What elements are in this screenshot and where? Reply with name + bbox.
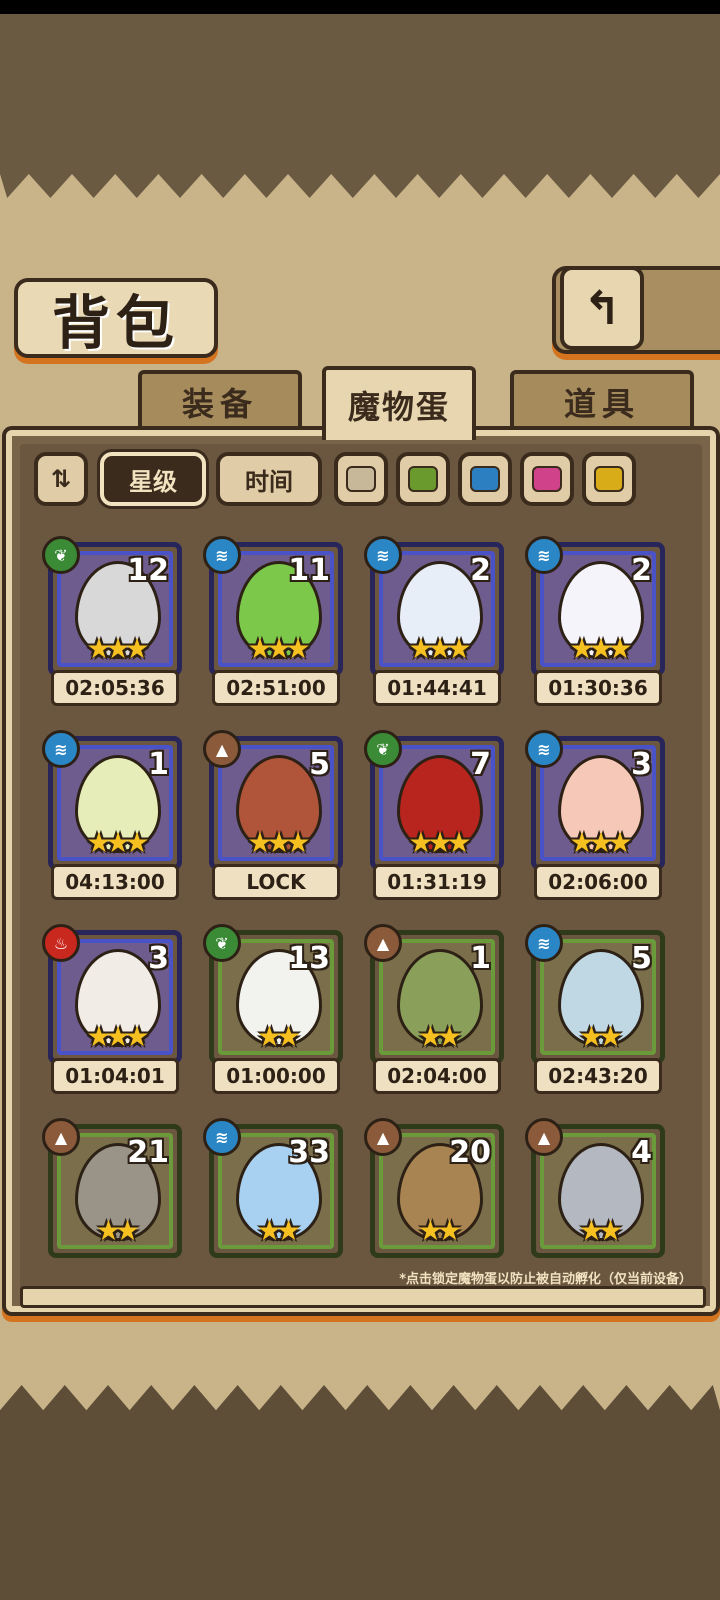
egg-count: 2 xyxy=(631,553,652,588)
star-rating: ★★ xyxy=(256,1020,301,1053)
sort-by-star-label: 星级 xyxy=(129,467,177,496)
star-rating: ★★★ xyxy=(408,632,471,665)
egg-count: 1 xyxy=(148,747,169,782)
hatch-timer: 02:51:00 xyxy=(212,670,340,706)
water-element-icon: ≋ xyxy=(42,730,80,768)
filter-gray-button[interactable] xyxy=(334,452,388,506)
tab-items-label: 道具 xyxy=(563,385,640,423)
tab-monster-eggs[interactable]: 魔物蛋 xyxy=(322,366,476,440)
water-element-icon: ≋ xyxy=(525,730,563,768)
egg-count: 11 xyxy=(288,553,330,588)
sort-by-time-label: 时间 xyxy=(245,467,293,496)
hatch-timer: 01:44:41 xyxy=(373,670,501,706)
egg-count: 4 xyxy=(631,1135,652,1170)
yellow-swatch xyxy=(594,466,624,492)
star-rating: ★★ xyxy=(256,1214,301,1247)
egg-count: 3 xyxy=(148,941,169,976)
egg-count: 12 xyxy=(127,553,169,588)
hatch-timer: 01:30:36 xyxy=(534,670,662,706)
star-rating: ★★★ xyxy=(86,826,149,859)
earth-element-icon: ▲ xyxy=(203,730,241,768)
back-button[interactable]: ↰ xyxy=(560,266,644,350)
lock-label: LOCK xyxy=(212,864,340,900)
hatch-timer: 04:13:00 xyxy=(51,864,179,900)
earth-element-icon: ▲ xyxy=(364,1118,402,1156)
sort-by-star-button[interactable]: 星级 xyxy=(100,452,206,506)
egg-count: 7 xyxy=(470,747,491,782)
green-swatch xyxy=(408,466,438,492)
egg-count: 3 xyxy=(631,747,652,782)
page-title: 背包 xyxy=(51,289,180,357)
sort-by-time-button[interactable]: 时间 xyxy=(216,452,322,506)
star-rating: ★★★ xyxy=(569,632,632,665)
sort-toggle-icon: ⇅ xyxy=(50,465,72,493)
egg-count: 20 xyxy=(449,1135,491,1170)
tab-items[interactable]: 道具 xyxy=(510,370,694,430)
star-rating: ★★ xyxy=(417,1214,462,1247)
water-element-icon: ≋ xyxy=(525,536,563,574)
water-element-icon: ≋ xyxy=(525,924,563,962)
star-rating: ★★★ xyxy=(247,826,310,859)
egg-count: 1 xyxy=(470,941,491,976)
egg-count: 2 xyxy=(470,553,491,588)
gray-swatch xyxy=(346,466,376,492)
background-bottom xyxy=(0,1425,720,1600)
hatch-timer: 01:04:01 xyxy=(51,1058,179,1094)
hatch-timer: 01:31:19 xyxy=(373,864,501,900)
tab-monster-eggs-label: 魔物蛋 xyxy=(347,388,450,426)
status-bar xyxy=(0,0,720,14)
hatch-timer: 02:06:00 xyxy=(534,864,662,900)
star-rating: ★★★ xyxy=(247,632,310,665)
panel-bottom-bar xyxy=(20,1286,706,1308)
star-rating: ★★★ xyxy=(569,826,632,859)
hatch-timer: 02:05:36 xyxy=(51,670,179,706)
tab-equipment-label: 装备 xyxy=(181,385,258,423)
background-top xyxy=(0,14,720,164)
filter-pink-button[interactable] xyxy=(520,452,574,506)
star-rating: ★★ xyxy=(578,1020,623,1053)
earth-element-icon: ▲ xyxy=(525,1118,563,1156)
title-plate: 背包 xyxy=(14,278,218,358)
egg-count: 33 xyxy=(288,1135,330,1170)
pink-swatch xyxy=(532,466,562,492)
fire-element-icon: ♨ xyxy=(42,924,80,962)
water-element-icon: ≋ xyxy=(364,536,402,574)
tab-equipment[interactable]: 装备 xyxy=(138,370,302,430)
nature-element-icon: ❦ xyxy=(364,730,402,768)
return-arrow-icon: ↰ xyxy=(582,281,622,335)
egg-count: 13 xyxy=(288,941,330,976)
egg-count: 5 xyxy=(631,941,652,976)
blue-swatch xyxy=(470,466,500,492)
star-rating: ★★ xyxy=(95,1214,140,1247)
earth-element-icon: ▲ xyxy=(364,924,402,962)
hatch-timer: 01:00:00 xyxy=(212,1058,340,1094)
egg-count: 21 xyxy=(127,1135,169,1170)
hatch-timer: 02:04:00 xyxy=(373,1058,501,1094)
star-rating: ★★ xyxy=(417,1020,462,1053)
filter-green-button[interactable] xyxy=(396,452,450,506)
star-rating: ★★★ xyxy=(408,826,471,859)
water-element-icon: ≋ xyxy=(203,1118,241,1156)
hatch-timer: 02:43:20 xyxy=(534,1058,662,1094)
egg-count: 5 xyxy=(309,747,330,782)
nature-element-icon: ❦ xyxy=(203,924,241,962)
star-rating: ★★ xyxy=(578,1214,623,1247)
filter-blue-button[interactable] xyxy=(458,452,512,506)
filter-yellow-button[interactable] xyxy=(582,452,636,506)
earth-element-icon: ▲ xyxy=(42,1118,80,1156)
water-element-icon: ≋ xyxy=(203,536,241,574)
nature-element-icon: ❦ xyxy=(42,536,80,574)
sort-toggle-button[interactable]: ⇅ xyxy=(34,452,88,506)
lock-hint-text: *点击锁定魔物蛋以防止被自动孵化（仅当前设备） xyxy=(399,1272,692,1287)
star-rating: ★★★ xyxy=(86,1020,149,1053)
star-rating: ★★★ xyxy=(86,632,149,665)
